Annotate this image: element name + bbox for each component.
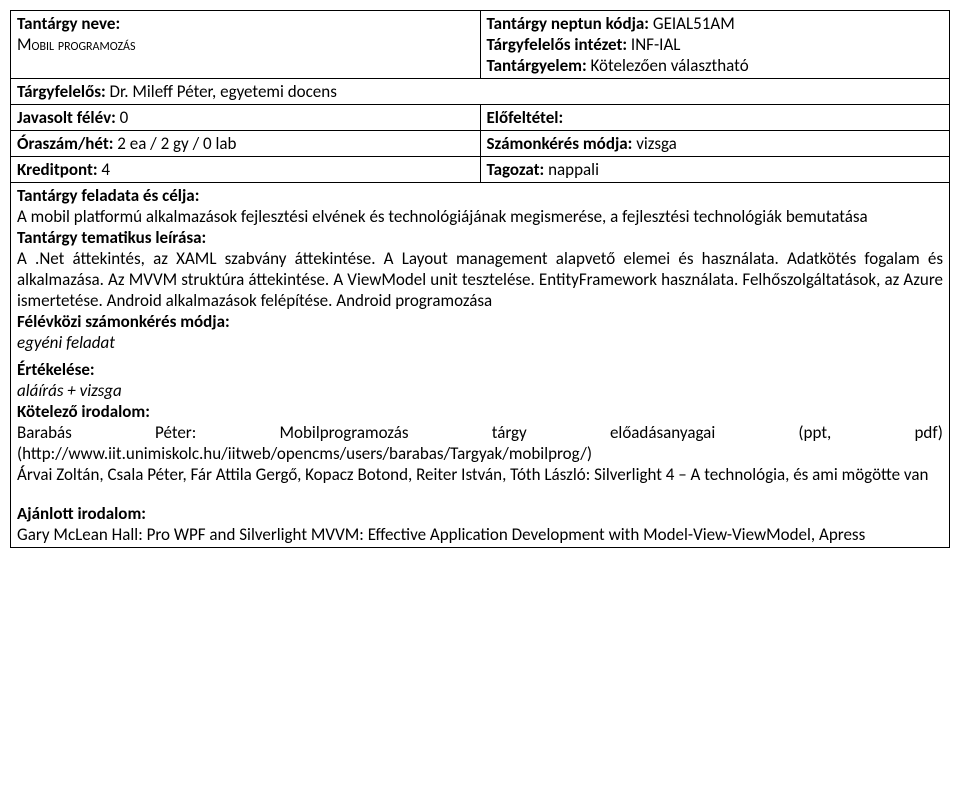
neptun-label: Tantárgy neptun kódja: <box>487 13 650 34</box>
lit1-url: (http://www.iit.unimiskolc.hu/iitweb/ope… <box>17 443 943 464</box>
exam-value: vizsga <box>632 133 676 154</box>
hours-value: 2 ea / 2 gy / 0 lab <box>113 133 236 154</box>
recommended-label: Ajánlott irodalom: <box>17 503 943 524</box>
cell-exam: Számonkérés módja: vizsga <box>480 131 950 157</box>
lit1-d: tárgy <box>492 422 527 443</box>
cell-section: Tagozat: nappali <box>480 157 950 183</box>
cell-code: Tantárgy neptun kódja: GEIAL51AM Tárgyfe… <box>480 11 950 79</box>
midterm-value: egyéni feladat <box>17 332 943 353</box>
lit2: Árvai Zoltán, Csala Péter, Fár Attila Ge… <box>17 464 943 485</box>
task-label: Tantárgy feladata és célja: <box>17 185 943 206</box>
cell-responsible: Tárgyfelelős: Dr. Mileff Péter, egyetemi… <box>11 79 950 105</box>
element-label: Tantárgyelem: <box>487 55 587 76</box>
exam-label: Számonkérés módja: <box>487 133 633 154</box>
cell-prereq: Előfeltétel: <box>480 105 950 131</box>
cell-hours: Óraszám/hét: 2 ea / 2 gy / 0 lab <box>11 131 481 157</box>
lit1-b: Péter: <box>155 422 196 443</box>
credit-value: 4 <box>98 159 110 180</box>
semester-value: 0 <box>116 107 128 128</box>
responsible-label: Tárgyfelelős: <box>17 81 106 102</box>
neptun-value: GEIAL51AM <box>649 13 735 34</box>
name-label: Tantárgy neve: <box>17 13 120 34</box>
section-label: Tagozat: <box>487 159 545 180</box>
responsible-value: Dr. Mileff Péter, egyetemi docens <box>106 81 337 102</box>
cell-name: Tantárgy neve: Mobil programozás <box>11 11 481 79</box>
cell-body: Tantárgy feladata és célja: A mobil plat… <box>11 183 950 548</box>
task-text: A mobil platformú alkalmazások fejleszté… <box>17 206 943 227</box>
topic-text: A .Net áttekintés, az XAML szabvány átte… <box>17 248 943 311</box>
lit1-g: pdf) <box>914 422 942 443</box>
lit1-row: Barabás Péter: Mobilprogramozás tárgy el… <box>17 422 943 443</box>
grading-label: Értékelése: <box>17 359 943 380</box>
course-table: Tantárgy neve: Mobil programozás Tantárg… <box>10 10 950 548</box>
credit-label: Kreditpont: <box>17 159 98 180</box>
semester-label: Javasolt félév: <box>17 107 116 128</box>
midterm-label: Félévközi számonkérés módja: <box>17 311 943 332</box>
cell-semester: Javasolt félév: 0 <box>11 105 481 131</box>
lit1-c: Mobilprogramozás <box>279 422 408 443</box>
recommended-text: Gary McLean Hall: Pro WPF and Silverligh… <box>17 524 943 545</box>
mandatory-label: Kötelező irodalom: <box>17 401 943 422</box>
lit1-f: (ppt, <box>798 422 831 443</box>
grading-value: aláírás + vizsga <box>17 380 943 401</box>
name-value: Mobil programozás <box>17 34 136 55</box>
lit1-e: előadásanyagai <box>610 422 715 443</box>
section-value: nappali <box>544 159 599 180</box>
hours-label: Óraszám/hét: <box>17 133 113 154</box>
prereq-label: Előfeltétel: <box>487 107 564 128</box>
topic-label: Tantárgy tematikus leírása: <box>17 227 943 248</box>
institute-value: INF-IAL <box>627 34 680 55</box>
lit1-a: Barabás <box>17 422 72 443</box>
element-value: Kötelezően választható <box>587 55 749 76</box>
institute-label: Tárgyfelelős intézet: <box>487 34 628 55</box>
cell-credit: Kreditpont: 4 <box>11 157 481 183</box>
